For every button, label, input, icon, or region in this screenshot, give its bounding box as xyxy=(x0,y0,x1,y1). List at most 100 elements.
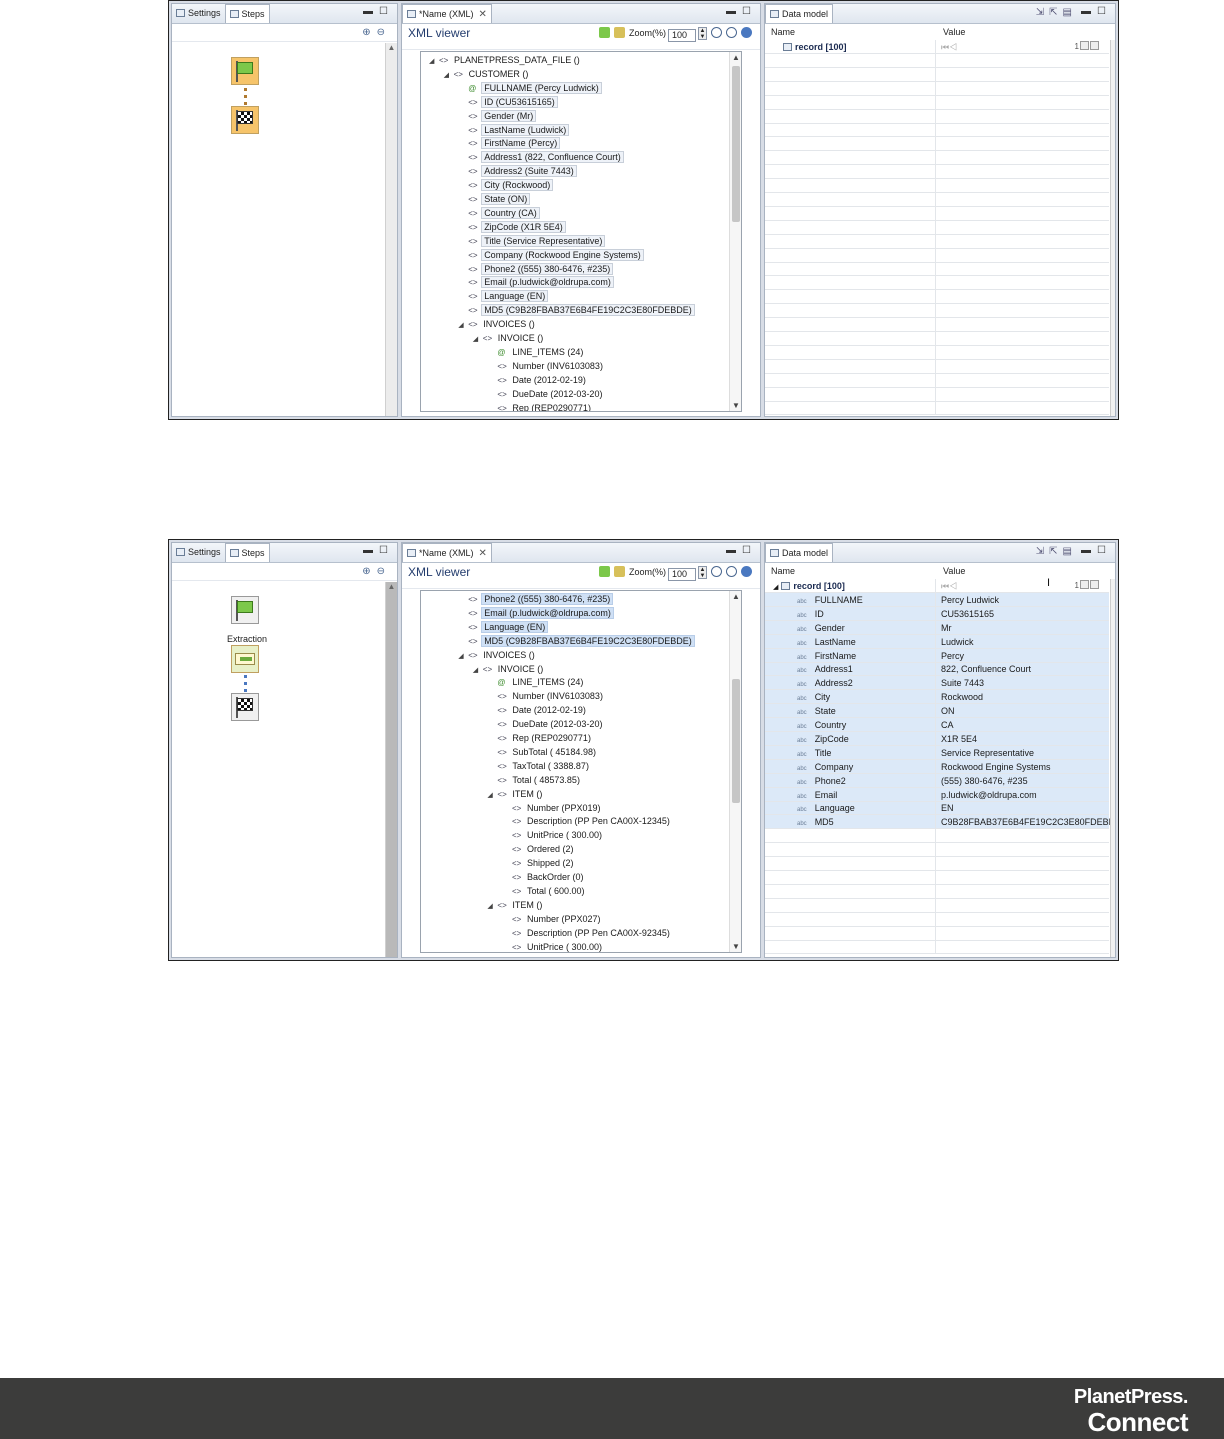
zoom-input[interactable]: 100 xyxy=(668,29,696,42)
record-nav-back-icon[interactable]: ⏮◁ xyxy=(941,40,957,54)
field-name[interactable]: abc ID xyxy=(797,607,824,621)
xml-tree-node[interactable]: <> ID (CU53615165) xyxy=(458,95,558,109)
last-record-icon[interactable] xyxy=(1090,580,1099,589)
field-name[interactable]: abc Company xyxy=(797,760,853,774)
xml-tree-node[interactable]: @ LINE_ITEMS (24) xyxy=(487,676,585,689)
xml-tree-node[interactable]: <> Ordered (2) xyxy=(502,843,576,856)
field-name[interactable]: abc State xyxy=(797,704,836,718)
xml-tree-node[interactable]: <> MD5 (C9B28FBAB37E6B4FE19C2C3E80FDEBDE) xyxy=(458,634,695,648)
start-step[interactable] xyxy=(231,57,259,85)
xml-tree-node[interactable]: <> Country (CA) xyxy=(458,206,540,220)
minimize-maximize-icon[interactable]: ▬☐ xyxy=(363,6,394,17)
zoom-in-icon[interactable] xyxy=(711,566,722,577)
xml-tree[interactable]: ▲ ▼ <> Phone2 ((555) 380-6476, #235) <> Ema… xyxy=(420,590,742,953)
minimize-maximize-icon[interactable]: ▬☐ xyxy=(363,545,394,556)
field-name[interactable]: abc Address2 xyxy=(797,676,853,690)
xml-tree-node[interactable]: <> Description (PP Pen CA00X-92345) xyxy=(502,927,672,940)
field-name[interactable]: abc FULLNAME xyxy=(797,593,863,607)
expand-toggle-icon[interactable]: ◢ xyxy=(429,55,439,68)
xml-tree-node[interactable]: <> FirstName (Percy) xyxy=(458,137,561,150)
xml-tree-node[interactable]: <> SubTotal ( 45184.98) xyxy=(487,746,598,759)
xml-tree-node[interactable]: <> Total ( 600.00) xyxy=(502,885,587,898)
tab-data-model[interactable]: Data model xyxy=(765,4,834,23)
xml-tree-node[interactable]: <> Number (INV6103083) xyxy=(487,360,605,373)
field-name[interactable]: abc ZipCode xyxy=(797,732,849,746)
expand-toggle-icon[interactable]: ◢ xyxy=(473,664,483,677)
zoom-stepper[interactable]: ▲ ▼ xyxy=(698,27,707,40)
xml-tree-node[interactable]: <> Rep (REP0290771) xyxy=(487,402,593,412)
xml-tree-node[interactable]: ◢ <> CUSTOMER () xyxy=(444,68,531,81)
help-icon[interactable] xyxy=(741,27,752,38)
next-record-icon[interactable] xyxy=(1080,41,1089,50)
field-name[interactable]: abc Language xyxy=(797,801,855,815)
expand-toggle-icon[interactable]: ◢ xyxy=(458,319,468,332)
extract-icon[interactable] xyxy=(613,566,625,577)
xml-tree-node[interactable]: <> Shipped (2) xyxy=(502,857,576,870)
tab-editor[interactable]: *Name (XML) ✕ xyxy=(402,4,492,23)
xml-tree-node[interactable]: <> TaxTotal ( 3388.87) xyxy=(487,760,591,773)
field-name[interactable]: abc Title xyxy=(797,746,831,760)
zoom-in-out-icon[interactable]: ⊕⊖ xyxy=(362,27,391,38)
last-record-icon[interactable] xyxy=(1090,41,1099,50)
xml-tree-node[interactable]: <> UnitPrice ( 300.00) xyxy=(502,941,604,953)
expand-toggle-icon[interactable]: ◢ xyxy=(487,789,497,802)
zoom-in-icon[interactable] xyxy=(711,27,722,38)
field-name[interactable]: abc FirstName xyxy=(797,649,856,663)
xml-tree-node[interactable]: <> Email (p.ludwick@oldrupa.com) xyxy=(458,276,614,289)
expand-toggle-icon[interactable]: ◢ xyxy=(473,333,483,346)
xml-tree-node[interactable]: <> Date (2012-02-19) xyxy=(487,374,588,387)
tab-data-model[interactable]: Data model xyxy=(765,543,834,562)
xml-tree-node[interactable]: <> Title (Service Representative) xyxy=(458,234,606,248)
xml-tree-node[interactable]: <> Date (2012-02-19) xyxy=(487,704,588,717)
xml-tree-node[interactable]: ◢ <> ITEM () xyxy=(487,788,544,801)
field-name[interactable]: abc Gender xyxy=(797,621,845,635)
steps-scrollbar[interactable]: ▲ xyxy=(385,582,397,957)
field-name[interactable]: abc Address1 xyxy=(797,662,853,676)
close-icon[interactable]: ✕ xyxy=(479,6,487,24)
minimize-maximize-icon[interactable]: ▬☐ xyxy=(1081,545,1112,556)
xml-tree-node[interactable]: <> Total ( 48573.85) xyxy=(487,774,582,787)
xml-tree-node[interactable]: <> Gender (Mr) xyxy=(458,109,537,123)
xml-tree-node[interactable]: ◢ <> INVOICES () xyxy=(458,318,537,331)
xml-tree-node[interactable]: <> BackOrder (0) xyxy=(502,871,586,884)
expand-toggle-icon[interactable]: ◢ xyxy=(444,69,454,82)
scroll-thumb[interactable] xyxy=(732,679,740,803)
tab-steps[interactable]: Steps xyxy=(224,4,270,23)
tab-steps[interactable]: Steps xyxy=(224,543,270,562)
xml-tree-node[interactable]: ◢ <> INVOICE () xyxy=(473,332,546,345)
field-name[interactable]: abc Phone2 xyxy=(797,774,846,788)
scroll-down-icon[interactable]: ▼ xyxy=(730,942,741,951)
expand-toggle-icon[interactable]: ◢ xyxy=(458,650,468,663)
field-name[interactable]: abc Country xyxy=(797,718,846,732)
xml-tree-node[interactable]: <> City (Rockwood) xyxy=(458,179,554,192)
xml-tree-scrollbar[interactable]: ▲ ▼ xyxy=(729,52,741,411)
validate-icon[interactable] xyxy=(598,566,610,577)
xml-tree-node[interactable]: ◢ <> ITEM () xyxy=(487,899,544,912)
xml-tree-node[interactable]: <> Email (p.ludwick@oldrupa.com) xyxy=(458,606,614,620)
xml-tree-node[interactable]: <> Language (EN) xyxy=(458,620,549,634)
xml-tree-scrollbar[interactable]: ▲ ▼ xyxy=(729,591,741,952)
zoom-stepper[interactable]: ▲ ▼ xyxy=(698,566,707,579)
field-name[interactable]: abc LastName xyxy=(797,635,856,649)
minimize-maximize-icon[interactable]: ▬☐ xyxy=(1081,6,1112,17)
minimize-maximize-icon[interactable]: ▬☐ xyxy=(726,545,757,556)
xml-tree-node[interactable]: <> Language (EN) xyxy=(458,290,549,303)
field-name[interactable]: abc Email xyxy=(797,788,837,802)
data-model-scrollbar[interactable] xyxy=(1110,40,1115,416)
scroll-down-icon[interactable]: ▼ xyxy=(730,401,741,410)
xml-tree[interactable]: ▲ ▼ ◢ <> PLANETPRESS_DATA_FILE () ◢ <> CUSTOM… xyxy=(420,51,742,412)
record-nav-back-icon[interactable]: ⏮◁ xyxy=(941,579,957,593)
data-model-scrollbar[interactable] xyxy=(1110,579,1115,957)
next-record-icon[interactable] xyxy=(1080,580,1089,589)
xml-tree-node[interactable]: @ FULLNAME (Percy Ludwick) xyxy=(458,81,602,95)
close-icon[interactable]: ✕ xyxy=(479,545,487,563)
record-row[interactable]: record [100] xyxy=(783,40,847,54)
xml-tree-node[interactable]: <> UnitPrice ( 300.00) xyxy=(502,829,604,842)
scroll-thumb[interactable] xyxy=(732,66,740,222)
xml-tree-node[interactable]: <> DueDate (2012-03-20) xyxy=(487,388,604,401)
zoom-out-icon[interactable] xyxy=(726,27,737,38)
expand-toggle-icon[interactable]: ◢ xyxy=(487,900,497,913)
xml-tree-node[interactable]: <> Company (Rockwood Engine Systems) xyxy=(458,248,644,262)
zoom-out-icon[interactable] xyxy=(726,566,737,577)
xml-tree-node[interactable]: <> Address1 (822, Confluence Court) xyxy=(458,151,624,164)
